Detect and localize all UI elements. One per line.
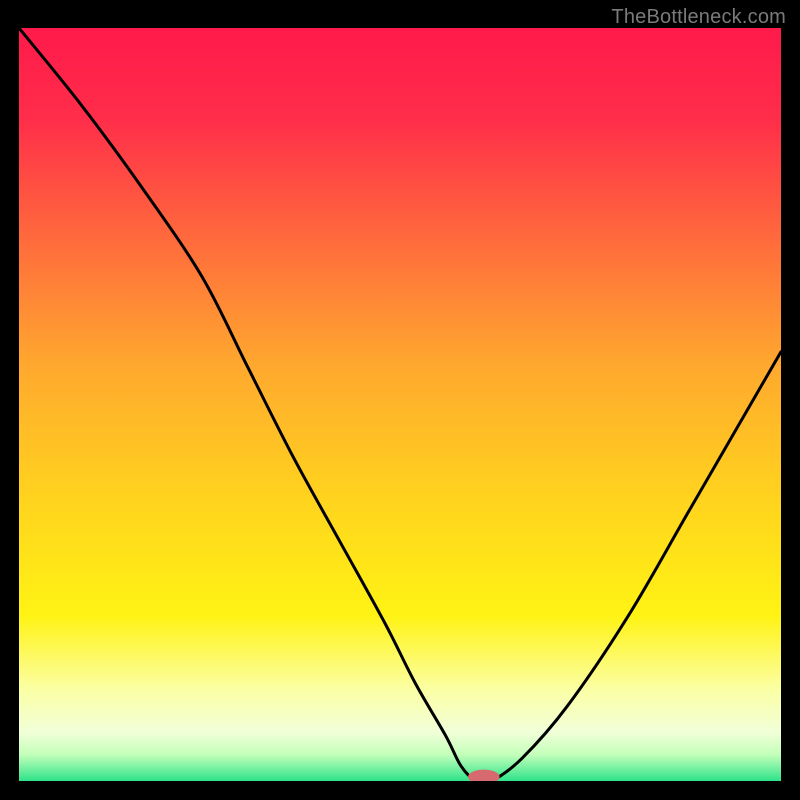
bottleneck-chart-svg — [19, 28, 781, 781]
chart-frame: TheBottleneck.com — [0, 0, 800, 800]
watermark-text: TheBottleneck.com — [611, 6, 786, 29]
gradient-background — [19, 28, 781, 781]
plot-area — [19, 28, 781, 781]
optimal-point-marker — [469, 770, 499, 781]
